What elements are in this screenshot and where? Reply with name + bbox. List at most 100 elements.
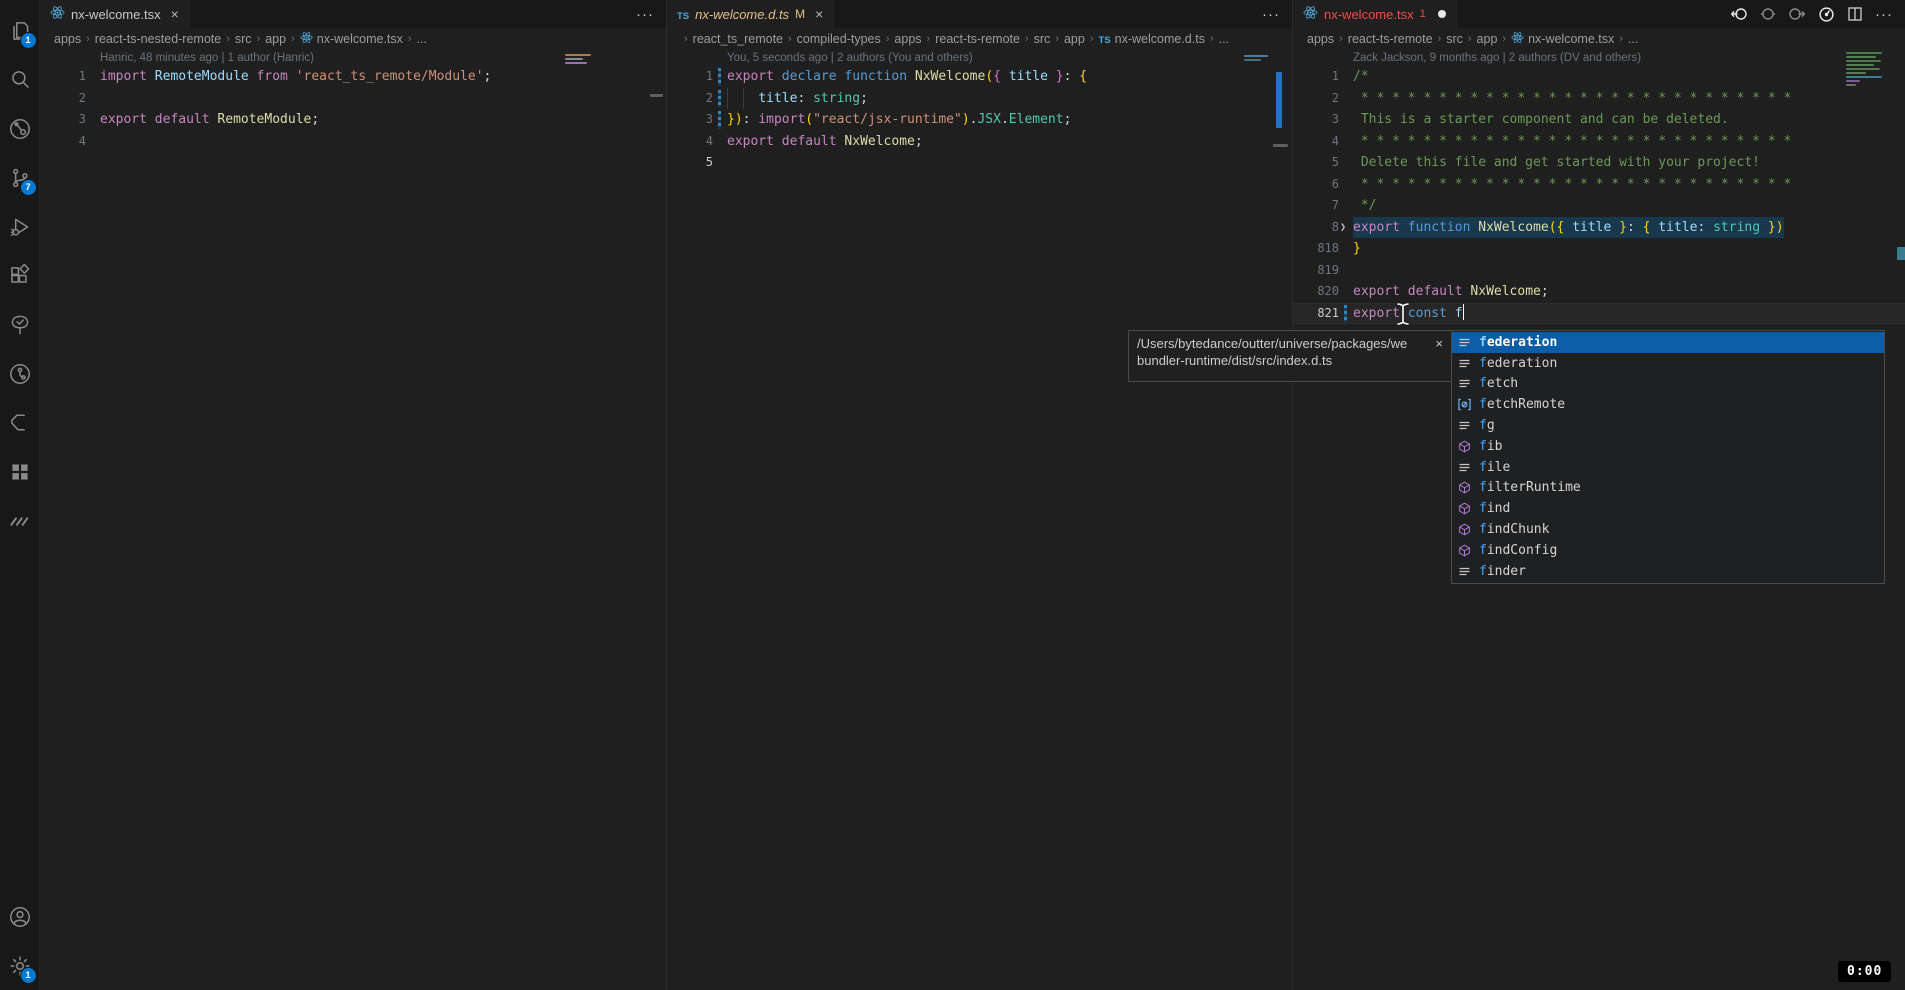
breadcrumb: ›react_ts_remote›compiled-types›apps›rea…	[667, 28, 1292, 50]
breadcrumb-item[interactable]: app	[1477, 32, 1498, 46]
suggestion-fib[interactable]: fib	[1452, 436, 1884, 457]
code-text: export default NxWelcome;	[727, 131, 923, 153]
breadcrumb-overflow-chevron[interactable]: ›	[681, 33, 691, 45]
split-editor-icon[interactable]	[1847, 6, 1863, 22]
unsaved-dot-icon[interactable]	[1438, 10, 1446, 18]
overview-slider[interactable]	[650, 94, 663, 97]
breadcrumb-item[interactable]: src	[235, 32, 252, 46]
tab-nx-welcome.d.ts[interactable]: TSnx-welcome.d.tsM×	[667, 0, 834, 28]
suggestion-fetch[interactable]: fetch	[1452, 374, 1884, 395]
breadcrumb-item[interactable]: src	[1034, 32, 1051, 46]
tab-close-icon[interactable]: ×	[171, 7, 179, 21]
breadcrumb-item[interactable]: apps	[894, 32, 921, 46]
accounts-icon[interactable]	[0, 892, 40, 941]
breadcrumb: apps›react-ts-nested-remote›src›app›nx-w…	[40, 28, 666, 50]
react-file-icon	[50, 5, 65, 23]
chevron-right-icon: ›	[83, 33, 93, 45]
breadcrumb-item[interactable]: react-ts-remote	[935, 32, 1020, 46]
breadcrumb-label: apps	[1307, 32, 1334, 46]
line-number: 5	[1293, 152, 1339, 174]
wave-extension-icon[interactable]	[0, 496, 40, 545]
commit-graph-icon[interactable]	[0, 349, 40, 398]
gitlens-icon[interactable]	[0, 104, 40, 153]
breadcrumb-item[interactable]: react_ts_remote	[693, 32, 783, 46]
run-debug-icon[interactable]	[0, 202, 40, 251]
minimap[interactable]	[565, 54, 599, 66]
breadcrumb-item[interactable]: TSnx-welcome.d.ts	[1099, 32, 1205, 46]
breadcrumb-label: nx-welcome.tsx	[1528, 32, 1614, 46]
code-editor[interactable]: You, 5 seconds ago | 2 authors (You and …	[667, 50, 1292, 990]
circle-icon[interactable]	[1760, 6, 1776, 22]
code-editor[interactable]: Hanric, 48 minutes ago | 1 author (Hanri…	[40, 50, 666, 990]
breadcrumb-label: ...	[1628, 32, 1638, 46]
source-control-icon[interactable]: 7	[0, 153, 40, 202]
code-line-1: 1import RemoteModule from 'react_ts_remo…	[40, 66, 666, 88]
tab-bar: nx-welcome.tsx× ···	[40, 0, 666, 28]
breadcrumb-label: app	[1064, 32, 1085, 46]
minimap[interactable]	[1244, 55, 1270, 63]
settings-icon[interactable]: 1	[0, 941, 40, 990]
line-number: 2	[40, 88, 86, 110]
grid-extension-icon[interactable]	[0, 447, 40, 496]
codestream-icon[interactable]	[0, 398, 40, 447]
overview-slider[interactable]	[1273, 144, 1288, 147]
suggestion-find[interactable]: find	[1452, 498, 1884, 519]
line-number: 820	[1293, 281, 1339, 303]
suggestion-filterRuntime[interactable]: filterRuntime	[1452, 478, 1884, 499]
suggestion-fetchRemote[interactable]: fetchRemote	[1452, 394, 1884, 415]
breadcrumb-label: src	[1446, 32, 1463, 46]
symbol-text-icon	[1455, 461, 1474, 474]
code-text: /*	[1353, 66, 1369, 88]
breadcrumb-item[interactable]: app	[1064, 32, 1085, 46]
search-icon[interactable]	[0, 55, 40, 104]
suggestion-fg[interactable]: fg	[1452, 415, 1884, 436]
breadcrumb-item[interactable]: app	[265, 32, 286, 46]
suggestion-label: fib	[1479, 439, 1502, 454]
circle-arrow-right-icon[interactable]	[1788, 6, 1806, 22]
suggestion-findChunk[interactable]: findChunk	[1452, 519, 1884, 540]
suggestion-findConfig[interactable]: findConfig	[1452, 540, 1884, 561]
suggestion-file[interactable]: file	[1452, 457, 1884, 478]
breadcrumb-item[interactable]: nx-welcome.tsx	[1511, 31, 1614, 47]
explorer-icon[interactable]: 1	[0, 6, 40, 55]
line-number: 5	[667, 152, 713, 174]
symbol-text-icon	[1455, 419, 1474, 432]
code-line-4: 4 * * * * * * * * * * * * * * * * * * * …	[1293, 131, 1905, 153]
fold-chevron-icon[interactable]: ❯	[1340, 217, 1346, 239]
more-icon[interactable]: ···	[636, 6, 654, 23]
close-icon[interactable]: ×	[1435, 336, 1443, 351]
breadcrumb-item[interactable]: src	[1446, 32, 1463, 46]
gutter	[1339, 66, 1353, 88]
breadcrumb: apps›react-ts-remote›src›app›nx-welcome.…	[1293, 28, 1905, 50]
suggestion-federation[interactable]: federation	[1452, 353, 1884, 374]
more-icon[interactable]: ···	[1875, 6, 1893, 23]
suggestion-label: findConfig	[1479, 543, 1557, 558]
code-line-819: 819	[1293, 260, 1905, 282]
code-line-1: 1/*	[1293, 66, 1905, 88]
breadcrumb-item[interactable]: react-ts-nested-remote	[95, 32, 221, 46]
line-number: 4	[667, 131, 713, 153]
breadcrumb-item[interactable]: ...	[1219, 32, 1229, 46]
breadcrumb-item[interactable]: ...	[1628, 32, 1638, 46]
minimap[interactable]	[1846, 52, 1886, 88]
symbol-method-icon	[1455, 502, 1474, 515]
breadcrumb-item[interactable]: react-ts-remote	[1348, 32, 1433, 46]
tab-nx-welcome.tsx[interactable]: nx-welcome.tsx×	[40, 0, 190, 28]
suggestion-finder[interactable]: finder	[1452, 561, 1884, 582]
breadcrumb-item[interactable]: compiled-types	[797, 32, 881, 46]
nx-console-icon[interactable]	[0, 300, 40, 349]
suggestion-federation[interactable]: federation	[1452, 332, 1884, 353]
editor-actions: ···	[636, 0, 666, 28]
tab-nx-welcome.tsx[interactable]: nx-welcome.tsx1	[1293, 0, 1457, 28]
symbol-text-icon	[1455, 336, 1474, 349]
breadcrumb-item[interactable]: apps	[1307, 32, 1334, 46]
more-icon[interactable]: ···	[1262, 6, 1280, 23]
breadcrumb-item[interactable]: apps	[54, 32, 81, 46]
tab-close-icon[interactable]: ×	[815, 7, 823, 21]
history-icon[interactable]	[1818, 6, 1835, 23]
nav-back-circle-icon[interactable]	[1730, 6, 1748, 22]
breadcrumb-item[interactable]: nx-welcome.tsx	[300, 31, 403, 47]
extensions-icon[interactable]	[0, 251, 40, 300]
breadcrumb-item[interactable]: ...	[417, 32, 427, 46]
code-text: export function NxWelcome({ title }: { t…	[1353, 217, 1784, 239]
